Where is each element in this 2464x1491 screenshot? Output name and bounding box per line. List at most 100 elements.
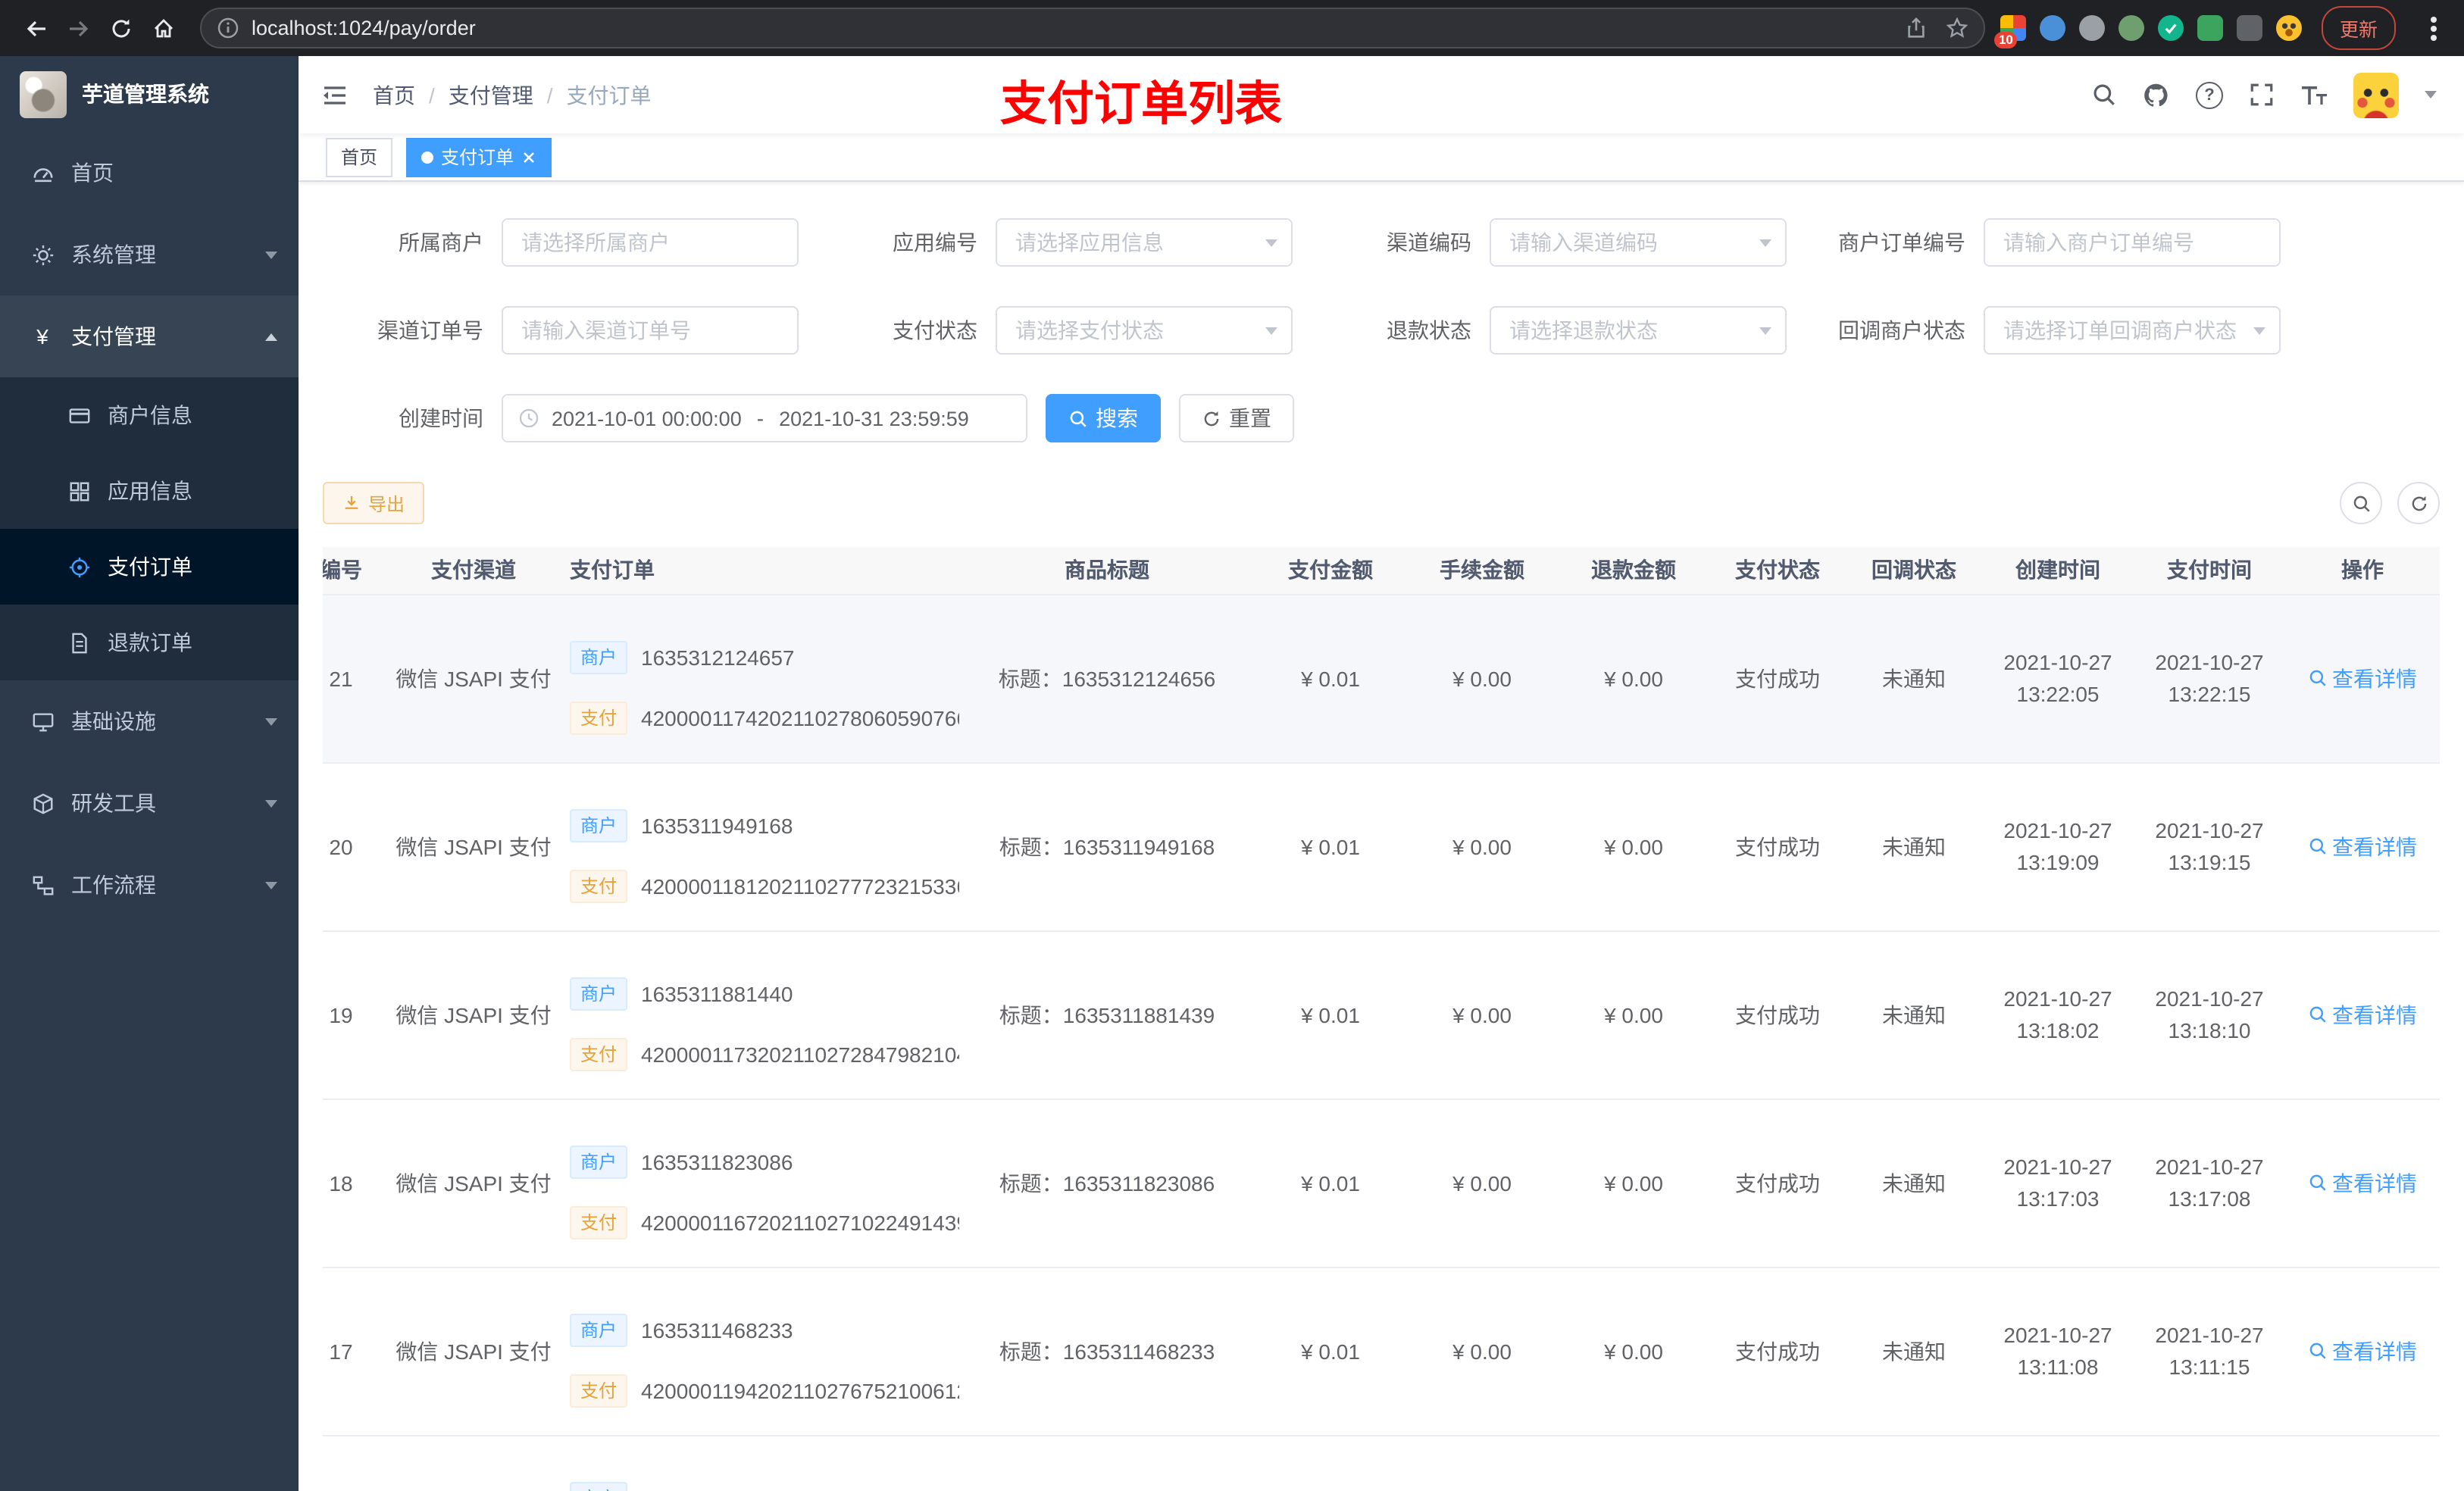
merchant-order-no: 1635312124657	[641, 645, 795, 669]
top-navbar: 首页 / 支付管理 / 支付订单 支付订单列表 ?	[299, 56, 2464, 133]
extension-icon[interactable]	[2236, 15, 2262, 41]
cell-amount: ¥ 0.01	[1255, 594, 1406, 763]
cell-fee: ¥ 0.00	[1406, 762, 1558, 931]
cell-status: 支付成功	[1709, 930, 1846, 1099]
sidebar-item-dev-tools[interactable]: 研发工具	[0, 762, 299, 844]
merchant-tag: 商户	[570, 640, 628, 674]
menu-fold-icon[interactable]	[321, 81, 349, 108]
cell-refund: ¥ 0.00	[1558, 1267, 1709, 1436]
chevron-down-icon	[1759, 239, 1771, 247]
cell-title: 标题：1635311881439	[959, 930, 1255, 1099]
sidebar-item-pay-order[interactable]: 支付订单	[0, 529, 299, 605]
browser-menu-icon[interactable]	[2431, 25, 2437, 31]
browser-reload-button[interactable]	[100, 7, 142, 49]
merchant-input[interactable]	[502, 218, 799, 267]
select-placeholder: 请选择支付状态	[1015, 318, 1164, 342]
cell-actions: 查看详情	[2285, 762, 2440, 931]
cell-notify: 未通知	[1846, 594, 1982, 763]
bank-card-icon	[67, 404, 91, 427]
help-icon[interactable]: ?	[2196, 81, 2223, 108]
channel-code-select[interactable]: 请输入渠道编码	[1490, 218, 1787, 267]
cell-actions: 查看详情	[2285, 594, 2440, 763]
extension-icon[interactable]	[2039, 15, 2065, 41]
table-row: 21 微信 JSAPI 支付 商户 1635312124657 支付 4200001…	[323, 594, 2440, 763]
view-detail-link[interactable]: 查看详情	[2308, 1336, 2417, 1366]
share-icon[interactable]	[1905, 17, 1928, 39]
browser-home-button[interactable]	[142, 7, 185, 49]
cell-title: 标题：1635311823086	[959, 1099, 1255, 1268]
extension-icon[interactable]	[2275, 15, 2302, 41]
browser-back-button[interactable]	[15, 7, 58, 49]
sidebar-item-workflow[interactable]: 工作流程	[0, 844, 299, 926]
font-size-icon[interactable]	[2300, 83, 2328, 107]
breadcrumb-pay-manage[interactable]: 支付管理	[449, 80, 533, 110]
search-button[interactable]: 搜索	[1046, 394, 1161, 442]
sidebar-item-home[interactable]: 首页	[0, 132, 299, 214]
extension-icon[interactable]	[2157, 15, 2184, 41]
cell-pay-time	[2134, 1435, 2285, 1491]
select-placeholder: 请选择应用信息	[1015, 230, 1164, 255]
toggle-search-button[interactable]	[2340, 482, 2382, 524]
sidebar-item-payment[interactable]: ¥ 支付管理	[0, 295, 299, 377]
close-icon[interactable]	[521, 149, 536, 164]
breadcrumb-separator: /	[429, 83, 435, 107]
export-button[interactable]: 导出	[323, 482, 425, 524]
merchant-order-no-input[interactable]	[1984, 218, 2281, 267]
filter-label: 商户订单编号	[1838, 230, 1965, 255]
cell-pay-order: 商户 1635311823086 支付 4200001167202110271022…	[558, 1099, 959, 1268]
sidebar-item-system[interactable]: 系统管理	[0, 214, 299, 295]
fullscreen-icon[interactable]	[2249, 82, 2275, 108]
refund-status-select[interactable]: 请选择退款状态	[1490, 306, 1787, 355]
bookmark-star-icon[interactable]	[1946, 17, 1968, 39]
filter-app-id: 应用编号 请选择应用信息	[817, 218, 1311, 267]
app-id-select[interactable]: 请选择应用信息	[996, 218, 1293, 267]
view-detail-link[interactable]: 查看详情	[2308, 1167, 2417, 1198]
extension-icon[interactable]	[2078, 15, 2105, 41]
cell-pay-order: 商户 1635311881440 支付 4200001173202110272847…	[558, 930, 959, 1099]
reset-button[interactable]: 重置	[1179, 394, 1294, 442]
browser-update-button[interactable]: 更新	[2321, 6, 2396, 50]
pay-status-select[interactable]: 请选择支付状态	[996, 306, 1293, 355]
sidebar-item-label: 基础设施	[71, 709, 156, 733]
filter-row: 渠道订单号 支付状态 请选择支付状态 退款状态 请选择退款状态	[323, 306, 2440, 355]
extension-icon[interactable]: 10	[1993, 15, 2026, 48]
filter-pay-status: 支付状态 请选择支付状态	[817, 306, 1311, 355]
user-avatar[interactable]	[2353, 72, 2399, 117]
cell-title: 标题：1635311949168	[959, 762, 1255, 931]
create-time-range-picker[interactable]: 2021-10-01 00:00:00 - 2021-10-31 23:59:5…	[502, 394, 1027, 442]
github-icon[interactable]	[2143, 81, 2170, 108]
sidebar-item-app-info[interactable]: 应用信息	[0, 453, 299, 529]
app-logo[interactable]: 芋道管理系统	[0, 56, 299, 132]
col-fee: 手续金额	[1406, 547, 1558, 595]
channel-order-no-input[interactable]	[502, 306, 799, 355]
browser-forward-button[interactable]	[58, 7, 100, 49]
tab-pay-order[interactable]: 支付订单	[406, 137, 552, 177]
table-row: 17 微信 JSAPI 支付 商户 1635311468233 支付 4200001…	[323, 1267, 2440, 1436]
breadcrumb-home[interactable]: 首页	[373, 80, 415, 110]
url-text[interactable]: localhost:1024/pay/order	[252, 17, 1905, 39]
payment-submenu: 商户信息 应用信息 支付订单 退款订单	[0, 377, 299, 680]
site-info-icon[interactable]	[217, 17, 239, 39]
chevron-down-icon[interactable]	[2425, 91, 2437, 98]
date-end: 2021-10-31 23:59:59	[779, 407, 969, 430]
table-toolbar: 导出	[323, 482, 2440, 524]
sidebar-item-label: 应用信息	[108, 479, 192, 503]
address-bar[interactable]: localhost:1024/pay/order	[200, 8, 1985, 48]
view-detail-label: 查看详情	[2332, 1339, 2417, 1363]
notify-status-select[interactable]: 请选择订单回调商户状态	[1984, 306, 2281, 355]
refresh-button[interactable]	[2397, 482, 2440, 524]
view-detail-link[interactable]: 查看详情	[2308, 663, 2417, 693]
dashboard-icon	[30, 161, 55, 184]
extension-icon[interactable]	[2197, 15, 2223, 41]
search-icon[interactable]	[2091, 82, 2117, 108]
cell-create-time	[1982, 1435, 2134, 1491]
view-detail-link[interactable]: 查看详情	[2308, 999, 2417, 1030]
tab-home[interactable]: 首页	[326, 137, 393, 177]
sidebar-item-refund-order[interactable]: 退款订单	[0, 605, 299, 680]
extension-icon[interactable]	[2118, 15, 2144, 41]
view-detail-link[interactable]: 查看详情	[2308, 831, 2417, 861]
sidebar-item-merchant-info[interactable]: 商户信息	[0, 377, 299, 453]
merchant-order-no: 16353111517	[641, 1486, 768, 1491]
select-placeholder: 请输入渠道编码	[1509, 230, 1658, 255]
sidebar-item-infra[interactable]: 基础设施	[0, 680, 299, 762]
